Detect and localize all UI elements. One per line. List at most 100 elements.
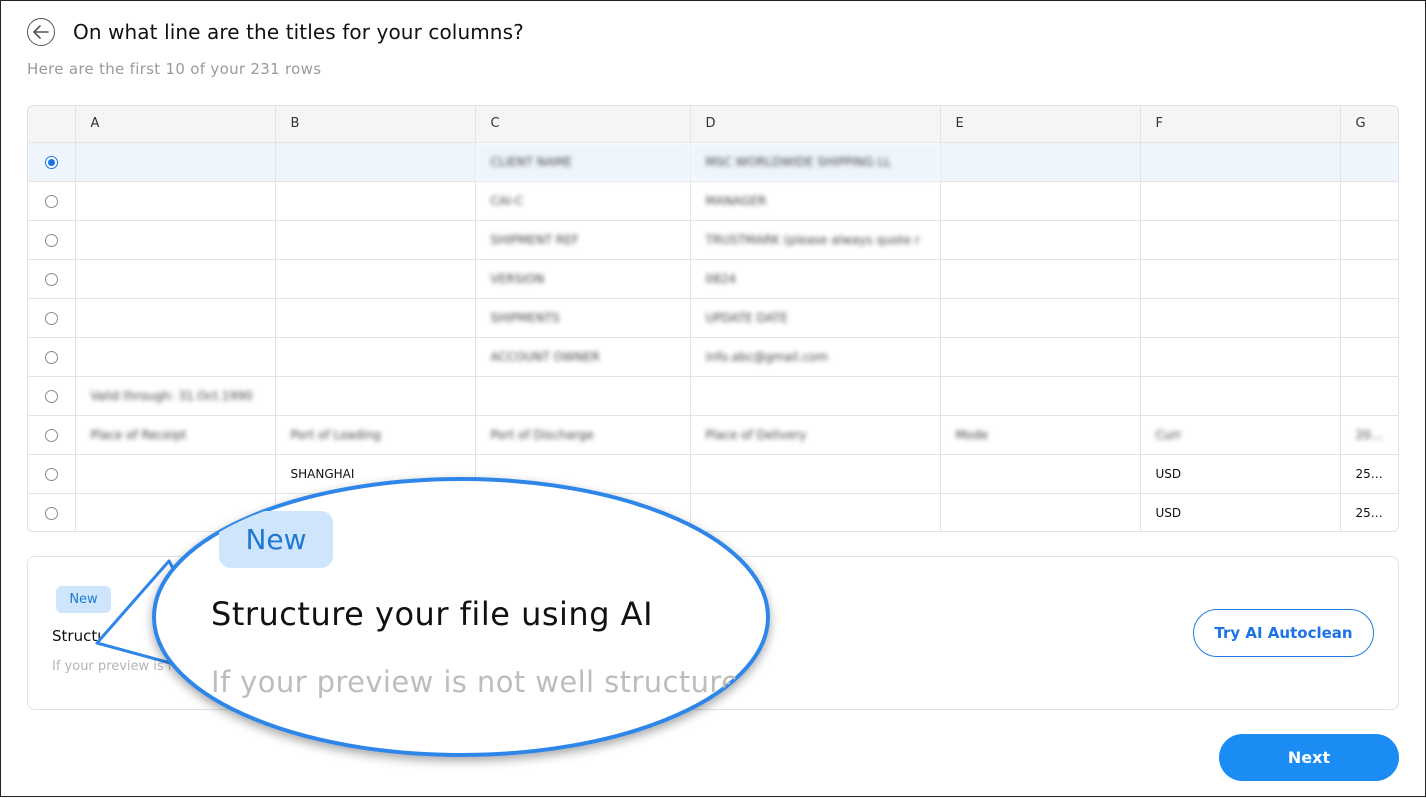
table-cell [1340, 376, 1398, 416]
table-cell: ACCOUNT OWNER [475, 337, 691, 377]
table-cell: UPDATE DATE [690, 298, 941, 338]
table-cell: MSC WORLDWIDE SHIPPING LL [690, 142, 941, 182]
table-cell [75, 454, 276, 494]
table-row[interactable]: CLIENT NAME MSC WORLDWIDE SHIPPING LL [28, 142, 1398, 182]
row-radio-button[interactable] [44, 389, 58, 403]
table-cell: Port of Loading [275, 415, 476, 455]
table-cell [940, 259, 1141, 299]
table-cell [275, 181, 476, 221]
column-header-row: A B C D E F G [28, 106, 1398, 143]
table-cell: Mode [940, 415, 1141, 455]
table-row[interactable]: Place of Receipt Port of Loading Port of D… [28, 415, 1398, 455]
column-header: F [1140, 106, 1341, 143]
row-radio-button[interactable] [44, 272, 58, 286]
row-radio-cell [28, 337, 76, 377]
row-radio-button[interactable] [44, 467, 58, 481]
table-cell: TRUSTMARK (please always quote r [690, 220, 941, 260]
row-radio-cell [28, 181, 76, 221]
page-title: On what line are the titles for your col… [73, 20, 524, 44]
column-header: B [275, 106, 476, 143]
table-cell: 20DC [1340, 415, 1398, 455]
table-cell [940, 493, 1141, 531]
table-cell: 2583 [1340, 493, 1398, 531]
table-cell [75, 298, 276, 338]
row-radio-cell [28, 220, 76, 260]
table-row[interactable]: CAI-C MANAGER [28, 181, 1398, 221]
table-cell [940, 376, 1141, 416]
next-button[interactable]: Next [1219, 734, 1399, 781]
arrow-left-icon [33, 25, 49, 39]
column-header: G [1340, 106, 1398, 143]
table-cell [475, 493, 691, 531]
row-radio-cell [28, 454, 76, 494]
row-radio-button[interactable] [44, 233, 58, 247]
table-row[interactable]: SHANGHAI USD 2583 [28, 493, 1398, 531]
try-ai-autoclean-button[interactable]: Try AI Autoclean [1193, 609, 1374, 657]
table-row[interactable]: SHIPMENTS UPDATE DATE [28, 298, 1398, 338]
table-cell: CAI-C [475, 181, 691, 221]
table-cell [1340, 298, 1398, 338]
table-cell [1140, 181, 1341, 221]
table-cell: CLIENT NAME [475, 142, 691, 182]
column-header: A [75, 106, 276, 143]
table-cell: Port of Discharge [475, 415, 691, 455]
table-cell [1340, 142, 1398, 182]
table-cell: info.abc@gmail.com [690, 337, 941, 377]
table-cell [1140, 337, 1341, 377]
back-button[interactable] [27, 18, 55, 46]
column-header: C [475, 106, 691, 143]
table-cell [1340, 220, 1398, 260]
row-radio-button[interactable] [44, 311, 58, 325]
row-radio-cell [28, 493, 76, 531]
table-cell [940, 298, 1141, 338]
table-cell [1140, 376, 1341, 416]
table-body: CLIENT NAME MSC WORLDWIDE SHIPPING LL CAI-… [28, 142, 1398, 531]
table-cell [940, 220, 1141, 260]
table-cell [75, 493, 276, 531]
table-row[interactable]: SHIPMENT REF TRUSTMARK (please always quo… [28, 220, 1398, 260]
row-radio-button[interactable] [44, 350, 58, 364]
table-cell [75, 259, 276, 299]
table-cell: SHIPMENT REF [475, 220, 691, 260]
table-cell [275, 376, 476, 416]
table-row[interactable]: ACCOUNT OWNER info.abc@gmail.com [28, 337, 1398, 377]
preview-table: A B C D E F G CLIENT NAME MSC WORLDWIDE S… [27, 105, 1399, 532]
ai-card-title: Structure yo [52, 627, 145, 645]
row-radio-cell [28, 142, 76, 182]
table-cell: Place of Receipt [75, 415, 276, 455]
row-radio-cell [28, 259, 76, 299]
table-cell: 0824 [690, 259, 941, 299]
page-subtitle: Here are the first 10 of your 231 rows [27, 60, 322, 78]
row-radio-cell [28, 376, 76, 416]
table-cell [1140, 298, 1341, 338]
row-radio-button[interactable] [44, 194, 58, 208]
table-row[interactable]: Valid through: 31.Oct.1990 [28, 376, 1398, 416]
table-row[interactable]: VERSION 0824 [28, 259, 1398, 299]
table-cell: MANAGER [690, 181, 941, 221]
table-cell [690, 376, 941, 416]
table-cell [275, 298, 476, 338]
row-radio-button[interactable] [44, 428, 58, 442]
table-cell [940, 181, 1141, 221]
table-cell [75, 181, 276, 221]
table-cell [475, 376, 691, 416]
column-header: D [690, 106, 941, 143]
table-cell: SHIPMENTS [475, 298, 691, 338]
ai-card-description: If your preview is r [52, 659, 174, 674]
table-cell [275, 259, 476, 299]
table-cell [940, 142, 1141, 182]
row-radio-cell [28, 298, 76, 338]
table-cell [1340, 181, 1398, 221]
table-cell: 2583 [1340, 454, 1398, 494]
row-radio-button[interactable] [44, 506, 58, 520]
table-cell: Valid through: 31.Oct.1990 [75, 376, 276, 416]
row-radio-cell [28, 415, 76, 455]
table-row[interactable]: SHANGHAI USD 2583 [28, 454, 1398, 494]
table-cell: VERSION [475, 259, 691, 299]
column-header: E [940, 106, 1141, 143]
row-radio-button[interactable] [44, 155, 58, 169]
table-cell [275, 220, 476, 260]
table-cell [475, 454, 691, 494]
table-cell: Place of Delivery [690, 415, 941, 455]
table-cell [940, 337, 1141, 377]
